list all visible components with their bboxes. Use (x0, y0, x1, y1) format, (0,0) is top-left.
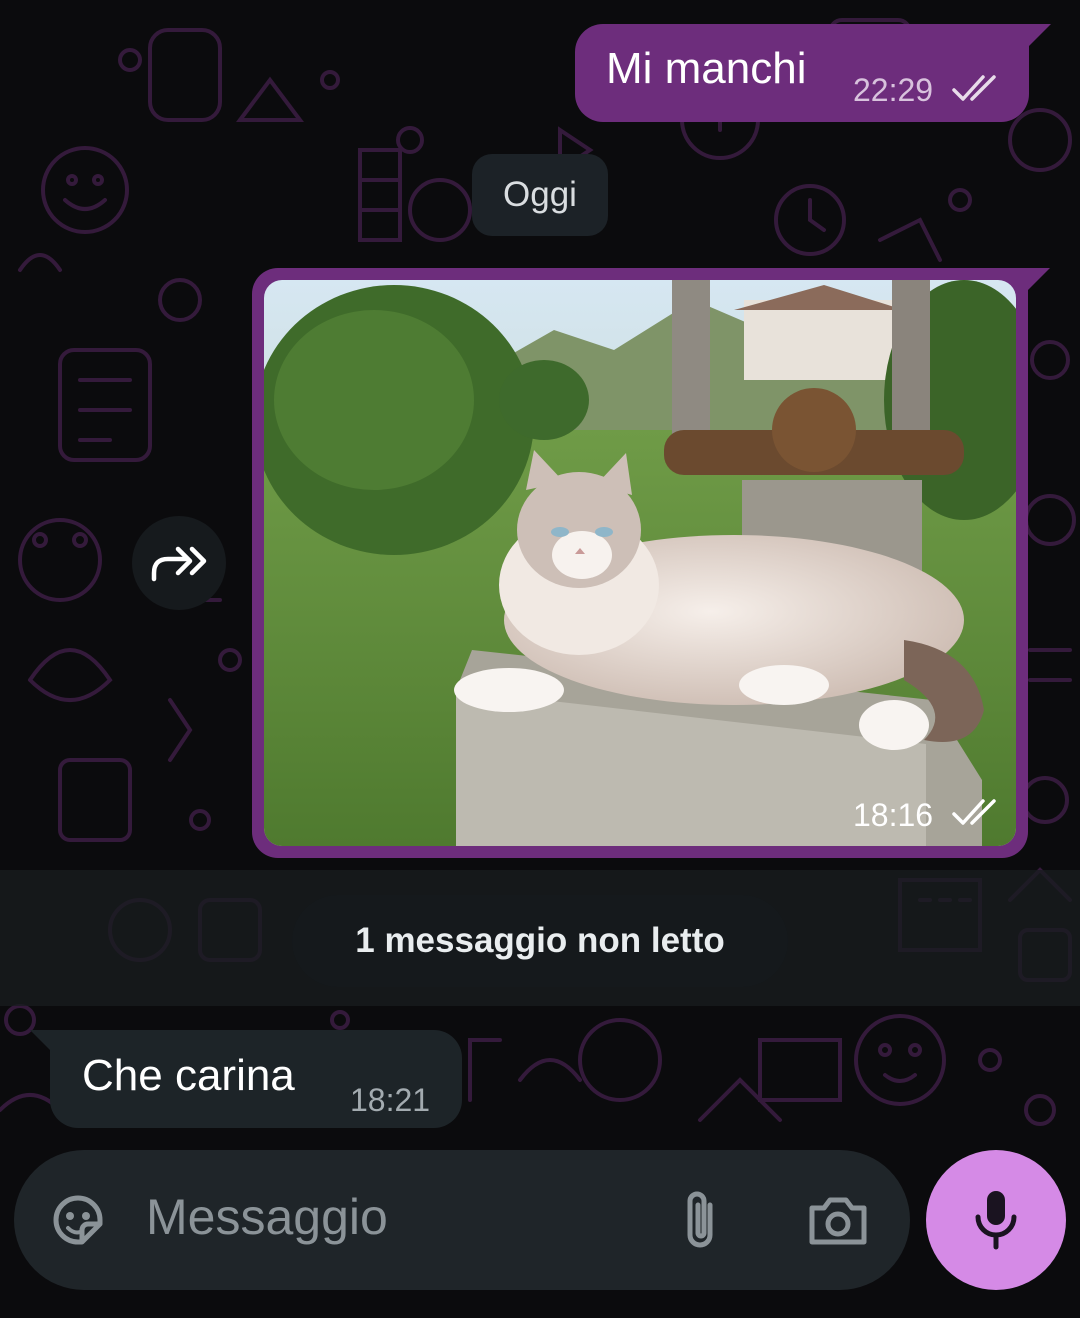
bubble-tail (1029, 24, 1051, 46)
sticker-button[interactable] (42, 1184, 114, 1256)
message-time: 18:16 (853, 797, 934, 833)
bubble-tail (30, 1030, 52, 1052)
message-text: Che carina (82, 1051, 295, 1100)
message-time: 22:29 (853, 72, 934, 108)
message-text: Mi manchi (606, 44, 807, 93)
unread-divider: 1 messaggio non letto (292, 895, 788, 987)
double-check-icon (952, 799, 996, 825)
forward-button[interactable] (132, 516, 226, 610)
forward-icon (151, 546, 207, 582)
voice-record-button[interactable] (926, 1150, 1066, 1290)
double-check-icon (952, 75, 996, 101)
sticker-icon (53, 1195, 103, 1245)
camera-button[interactable] (802, 1184, 874, 1256)
message-input[interactable]: Messaggio (146, 1188, 388, 1246)
date-divider: Oggi (472, 154, 608, 236)
microphone-icon (975, 1191, 1017, 1250)
attach-button[interactable] (672, 1184, 728, 1256)
camera-icon (809, 1197, 867, 1245)
bubble-tail (1028, 268, 1050, 290)
message-time: 18:21 (350, 1082, 431, 1118)
cat-photo[interactable] (264, 280, 1016, 846)
paperclip-icon (687, 1191, 713, 1248)
